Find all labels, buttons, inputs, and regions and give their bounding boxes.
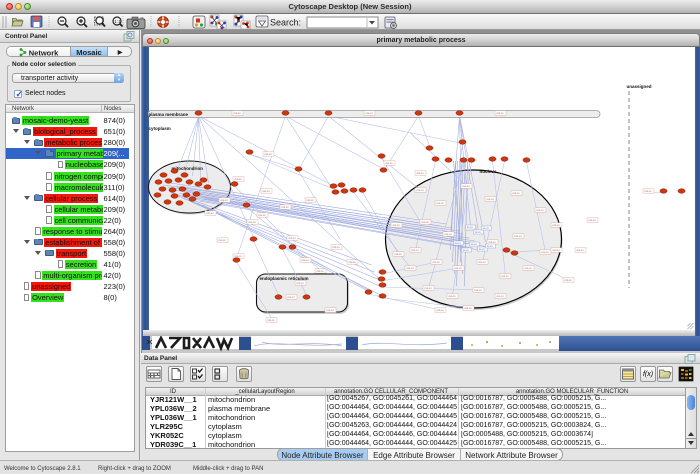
svg-text:xxx-xx: xxx-xx [644,190,652,193]
svg-text:xxx-xx: xxx-xx [385,162,393,165]
svg-text:xx-xx: xx-xx [470,243,477,246]
svg-text:xx-xx: xx-xx [482,227,489,230]
svg-text:xxx-xx: xxx-xx [348,261,356,264]
svg-text:xxx-xx: xxx-xx [454,267,462,270]
svg-text:Search:: Search: [270,18,301,28]
svg-text:xxx-xx: xxx-xx [220,199,228,202]
svg-text:xxx-xx: xxx-xx [288,237,296,240]
svg-text:xxx-xx: xxx-xx [258,214,266,217]
svg-text:xxx-xx: xxx-xx [436,202,444,205]
svg-text:xxx-xx: xxx-xx [486,198,494,201]
svg-text:xxx-xx: xxx-xx [218,239,226,242]
svg-text:xx-xx: xx-xx [466,226,473,229]
svg-text:xxx-xx: xxx-xx [514,235,522,238]
svg-text:xxx-xx: xxx-xx [478,261,486,264]
svg-text:xxx-xx: xxx-xx [233,112,241,115]
svg-text:xxx-xx: xxx-xx [264,153,272,156]
svg-text:xxx-xx: xxx-xx [206,212,214,215]
svg-text:xxx-xx: xxx-xx [576,249,584,252]
svg-text:xx-xx: xx-xx [462,249,469,252]
svg-text:xxx-xx: xxx-xx [416,172,424,175]
svg-text:cytoplasm: cytoplasm [148,126,170,131]
svg-text:xxx-xx: xxx-xx [301,259,309,262]
svg-text:xx-xx: xx-xx [474,231,481,234]
svg-text:xxx-xx: xxx-xx [421,221,429,224]
svg-text:xxx-xx: xxx-xx [541,251,549,254]
svg-text:xxx-xx: xxx-xx [436,309,444,312]
svg-text:xxx-xx: xxx-xx [464,307,472,310]
svg-text:xxx-xx: xxx-xx [588,219,596,222]
svg-text:xxx-xx: xxx-xx [512,192,520,195]
svg-text:unassigned: unassigned [626,84,651,89]
svg-text:xxx-xx: xxx-xx [287,296,295,299]
svg-text:xxx-xx: xxx-xx [474,289,482,292]
svg-text:endoplasmic reticulum: endoplasmic reticulum [259,276,308,281]
svg-text:xxx-xx: xxx-xx [306,199,314,202]
svg-text:xxx-xx: xxx-xx [524,267,532,270]
svg-text:xxx-xx: xxx-xx [248,221,256,224]
svg-text:xxx-xx: xxx-xx [411,249,419,252]
svg-text:nucleus: nucleus [479,169,497,174]
svg-text:xxx-xx: xxx-xx [262,190,270,193]
svg-text:plasma membrane: plasma membrane [148,112,188,117]
svg-text:xxx-xx: xxx-xx [267,319,275,322]
svg-text:xxx-xx: xxx-xx [432,261,440,264]
svg-text:xxx-xx: xxx-xx [406,267,414,270]
svg-text:xxx-xx: xxx-xx [424,287,432,290]
svg-text:1:1: 1:1 [114,19,121,24]
svg-text:xxx-xx: xxx-xx [326,309,334,312]
svg-text:xx-xx: xx-xx [478,248,485,251]
svg-text:xxx-xx: xxx-xx [316,270,324,273]
svg-text:xxx-xx: xxx-xx [416,189,424,192]
svg-text:xxx-xx: xxx-xx [462,185,470,188]
svg-text:xxx-xx: xxx-xx [444,233,452,236]
svg-text:xxx-xx: xxx-xx [496,295,504,298]
svg-text:xxx-xx: xxx-xx [552,224,560,227]
svg-text:xxx-xx: xxx-xx [234,178,242,181]
svg-text:xxx-xx: xxx-xx [332,246,340,249]
svg-text:xxx-xx: xxx-xx [552,249,560,252]
svg-text:xxx-xx: xxx-xx [448,295,456,298]
svg-text:xxx-xx: xxx-xx [496,112,504,115]
svg-text:xxx-xx: xxx-xx [365,112,373,115]
svg-text:xxx-xx: xxx-xx [564,279,572,282]
svg-text:xxx-xx: xxx-xx [536,209,544,212]
svg-text:xx-xx: xx-xx [486,245,493,248]
svg-text:xxx-xx: xxx-xx [394,253,402,256]
svg-text:xxx-xx: xxx-xx [281,206,289,209]
svg-text:xxx-xx: xxx-xx [392,224,400,227]
svg-text:xxx-xx: xxx-xx [296,282,304,285]
svg-text:xxx-xx: xxx-xx [501,275,509,278]
svg-text:xx-xx: xx-xx [454,242,461,245]
